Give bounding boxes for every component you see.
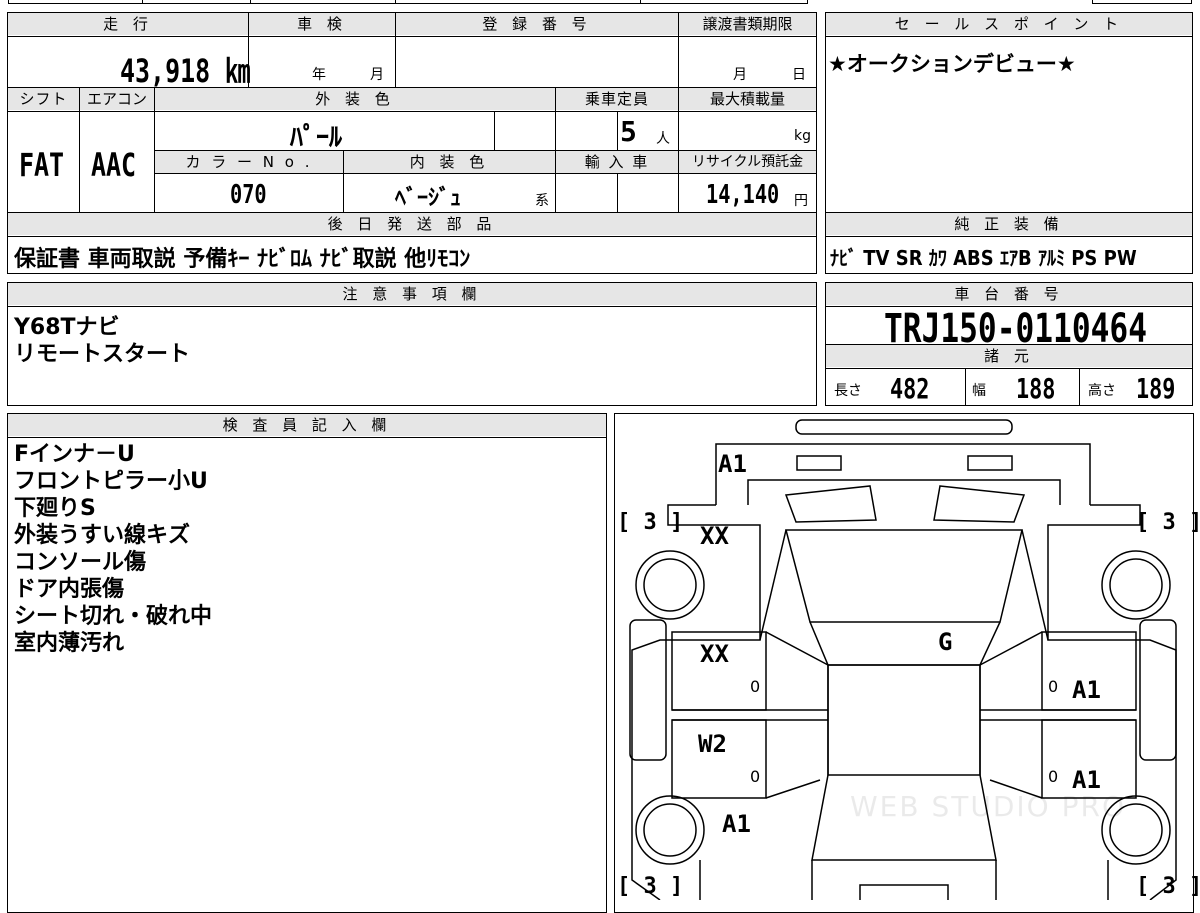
- notes-line-1: Y68Tナビ: [14, 315, 120, 340]
- mark-left-fender: XX: [700, 522, 729, 550]
- tire-mark-rear-right: [ 3 ]: [1136, 874, 1200, 899]
- mark-left-rear-door: W2: [698, 730, 727, 758]
- aircon-label: エアコン: [80, 88, 154, 110]
- tire-mark-front-left: [ 3 ]: [617, 510, 684, 535]
- recycle-label: リサイクル預託金: [679, 151, 816, 173]
- color-no-value: 070: [230, 180, 267, 210]
- width-label: 幅: [972, 383, 986, 399]
- shift-value: FAT: [19, 146, 65, 184]
- interior-color-suffix: 系: [535, 193, 549, 209]
- zero-left-front: 0: [750, 677, 761, 696]
- capacity-label: 乗車定員: [556, 88, 678, 110]
- length-label: 長さ: [834, 383, 862, 399]
- transfer-month-unit: 月: [733, 67, 747, 83]
- inspector-line-4: 外装うすい線キズ: [14, 523, 191, 548]
- zero-left-rear: 0: [750, 767, 761, 786]
- zero-right-rear: 0: [1048, 767, 1059, 786]
- width-value: 188: [1016, 372, 1056, 405]
- length-value: 482: [890, 372, 930, 405]
- inspector-line-5: コンソール傷: [14, 550, 147, 575]
- inspector-line-3: 下廻りS: [14, 496, 96, 521]
- zero-right-front: 0: [1048, 677, 1059, 696]
- height-value: 189: [1136, 372, 1176, 405]
- capacity-unit: 人: [656, 131, 670, 147]
- transfer-deadline-label: 譲渡書類期限: [679, 13, 816, 35]
- later-shipment-items: 保証書 車両取説 予備ｷｰ ﾅﾋﾞﾛﾑ ﾅﾋﾞ取説 他ﾘﾓｺﾝ: [14, 247, 471, 272]
- tire-mark-rear-left: [ 3 ]: [617, 874, 684, 899]
- shaken-month-unit: 月: [370, 67, 384, 83]
- top-strip-left: [8, 0, 808, 4]
- interior-color-label: 内 装 色: [344, 151, 555, 173]
- sales-point-text: ★オークションデビュー★: [828, 52, 1076, 76]
- inspector-line-8: 室内薄汚れ: [14, 631, 125, 656]
- mileage-label: 走 行: [8, 13, 248, 35]
- shift-label: シフト: [8, 88, 79, 110]
- factory-equipment-label: 純 正 装 備: [826, 213, 1192, 235]
- chassis-label: 車 台 番 号: [826, 283, 1192, 305]
- top-strip-right: [1092, 0, 1192, 4]
- inspector-line-6: ドア内張傷: [14, 577, 125, 602]
- inspector-line-2: フロントピラー小U: [14, 469, 208, 494]
- exterior-color-value: ﾊﾟｰﾙ: [290, 123, 343, 153]
- capacity-value: 5: [620, 115, 637, 148]
- sales-point-label: セ ー ル ス ポ イ ン ト: [826, 13, 1192, 35]
- color-no-label: カ ラ ー N o .: [155, 151, 343, 173]
- inspector-label: 検 査 員 記 入 欄: [8, 414, 606, 436]
- max-load-label: 最大積載量: [679, 88, 816, 110]
- later-shipment-label: 後 日 発 送 部 品: [8, 213, 816, 235]
- shaken-label: 車 検: [249, 13, 395, 35]
- mark-roof: G: [938, 628, 953, 656]
- recycle-value: 14,140: [706, 180, 780, 210]
- notes-line-2: リモートスタート: [14, 342, 191, 367]
- max-load-unit: kg: [794, 128, 811, 144]
- mark-left-front-door: XX: [700, 640, 729, 668]
- tire-mark-front-right: [ 3 ]: [1136, 510, 1200, 535]
- mileage-value: 43,918 ㎞: [120, 52, 251, 90]
- recycle-unit: 円: [794, 193, 808, 209]
- notes-label: 注 意 事 項 欄: [8, 283, 816, 305]
- height-label: 高さ: [1088, 383, 1116, 399]
- transfer-day-unit: 日: [792, 67, 806, 83]
- import-label: 輸 入 車: [556, 151, 678, 173]
- inspector-line-7: シート切れ・破れ中: [14, 604, 213, 629]
- mark-front-bumper: A1: [718, 450, 747, 478]
- inspector-line-1: Fインナ－U: [14, 442, 135, 467]
- watermark: WEB STUDIO PRO: [850, 790, 1126, 823]
- exterior-color-label: 外 装 色: [155, 88, 555, 110]
- mark-right-front-door: A1: [1072, 676, 1101, 704]
- reg-number-label: 登 録 番 号: [396, 13, 678, 35]
- specs-label: 諸 元: [826, 345, 1192, 367]
- aircon-value: AAC: [91, 146, 137, 184]
- mark-left-rear: A1: [722, 810, 751, 838]
- factory-equipment-items: ﾅﾋﾞ TV SR ｶﾜ ABS ｴｱB ｱﾙﾐ PS PW: [830, 246, 1137, 270]
- shaken-year-unit: 年: [312, 67, 326, 83]
- interior-color-value: ﾍﾞｰｼﾞｭ: [395, 186, 462, 211]
